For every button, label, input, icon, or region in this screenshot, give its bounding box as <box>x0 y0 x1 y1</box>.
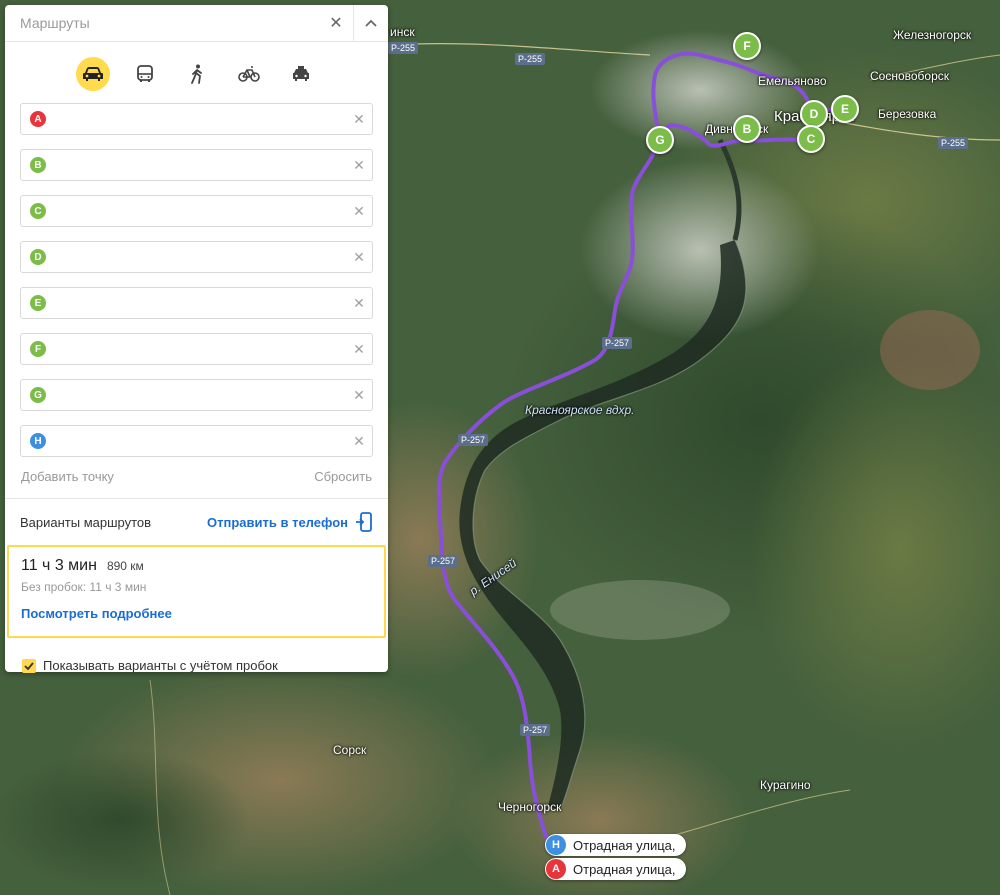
badge-h-icon: H <box>30 433 46 449</box>
map-pin-f[interactable]: F <box>733 32 761 60</box>
bus-icon <box>136 65 153 82</box>
road-tag: Р-257 <box>458 434 489 446</box>
clear-icon[interactable]: ✕ <box>346 111 372 128</box>
map-end-tag-a[interactable]: A Отрадная улица, <box>545 858 686 880</box>
clear-icon[interactable]: ✕ <box>346 157 372 174</box>
waypoint-fields: A ✕ B ✕ C ✕ D ✕ E ✕ F ✕ G ✕ H ✕ <box>5 103 388 457</box>
label-berezovka: Березовка <box>878 107 937 121</box>
label-emelyanovo: Емельяново <box>758 74 827 88</box>
variants-label: Варианты маршрутов <box>20 514 152 530</box>
end-tag-h-label: Отрадная улица, <box>573 837 676 853</box>
checkbox-checked-icon[interactable] <box>22 658 36 673</box>
waypoint-field-e[interactable]: E ✕ <box>20 287 373 319</box>
waypoint-field-d[interactable]: D ✕ <box>20 241 373 273</box>
map-pin-e[interactable]: E <box>831 95 859 123</box>
pin-a-icon: A <box>546 859 566 879</box>
badge-f-icon: F <box>30 341 46 357</box>
label-kuragino: Курагино <box>760 778 811 792</box>
map-end-tag-h[interactable]: H Отрадная улица, <box>545 834 686 856</box>
waypoint-field-a[interactable]: A ✕ <box>20 103 373 135</box>
road-tag: Р-255 <box>388 42 419 54</box>
route-details-link[interactable]: Посмотреть подробнее <box>21 606 372 621</box>
taxi-mode-button[interactable] <box>284 57 318 91</box>
bike-icon <box>237 66 260 82</box>
bike-mode-button[interactable] <box>232 57 266 91</box>
add-point-link[interactable]: Добавить точку <box>21 469 114 484</box>
map-pin-c[interactable]: C <box>797 125 825 153</box>
label-sorsk: Сорск <box>333 743 367 757</box>
clear-icon[interactable]: ✕ <box>346 387 372 404</box>
end-tag-a-label: Отрадная улица, <box>573 861 676 877</box>
add-reset-row: Добавить точку Сбросить <box>21 469 372 484</box>
panel-title: Маршруты <box>20 15 90 31</box>
close-icon[interactable]: ✕ <box>319 5 353 41</box>
route-summary: 11 ч 3 мин 890 км <box>21 557 372 575</box>
bus-mode-button[interactable] <box>128 57 162 91</box>
clear-icon[interactable]: ✕ <box>346 203 372 220</box>
clear-icon[interactable]: ✕ <box>346 295 372 312</box>
map-pin-b[interactable]: B <box>733 115 761 143</box>
clear-icon[interactable]: ✕ <box>346 341 372 358</box>
walk-mode-button[interactable] <box>180 57 214 91</box>
badge-e-icon: E <box>30 295 46 311</box>
road-tag: Р-257 <box>520 724 551 736</box>
panel-header: Маршруты ✕ <box>5 5 388 42</box>
phone-icon <box>356 512 372 532</box>
reset-link[interactable]: Сбросить <box>314 469 372 484</box>
panel-divider <box>5 498 388 499</box>
badge-c-icon: C <box>30 203 46 219</box>
walk-icon <box>190 64 202 84</box>
label-chernogorsk: Черногорск <box>498 800 562 814</box>
collapse-chevron-icon[interactable] <box>354 5 388 41</box>
send-to-phone-label: Отправить в телефон <box>207 514 348 530</box>
traffic-checkbox-row[interactable]: Показывать варианты с учётом пробок <box>22 658 388 673</box>
transport-modes <box>5 57 388 91</box>
traffic-checkbox-label: Показывать варианты с учётом пробок <box>43 658 278 673</box>
badge-g-icon: G <box>30 387 46 403</box>
road-tag: Р-257 <box>602 337 633 349</box>
route-distance: 890 км <box>106 559 144 573</box>
road-tag: Р-255 <box>515 53 546 65</box>
map-pin-g[interactable]: G <box>646 126 674 154</box>
label-zheleznogorsk: Железногорск <box>893 28 972 42</box>
badge-b-icon: B <box>30 157 46 173</box>
label-sosnovoborsk: Сосновоборск <box>870 69 950 83</box>
route-no-jams: Без пробок: 11 ч 3 мин <box>21 580 147 594</box>
badge-a-icon: A <box>30 111 46 127</box>
car-icon <box>82 67 103 81</box>
waypoint-field-c[interactable]: C ✕ <box>20 195 373 227</box>
label-achinsk: инск <box>390 25 415 39</box>
clear-icon[interactable]: ✕ <box>346 249 372 266</box>
badge-d-icon: D <box>30 249 46 265</box>
routes-panel: Маршруты ✕ A ✕ B ✕ C ✕ D ✕ E ✕ F ✕ G ✕ H… <box>5 5 388 673</box>
waypoint-field-b[interactable]: B ✕ <box>20 149 373 181</box>
waypoint-field-f[interactable]: F ✕ <box>20 333 373 365</box>
send-to-phone-button[interactable]: Отправить в телефон <box>207 512 372 532</box>
map-pin-d[interactable]: D <box>800 100 828 128</box>
road-tag: Р-255 <box>938 137 969 149</box>
taxi-icon <box>292 66 309 81</box>
clear-icon[interactable]: ✕ <box>346 433 372 450</box>
road-tag: Р-257 <box>428 555 459 567</box>
route-option-card[interactable]: 11 ч 3 мин 890 км Без пробок: 11 ч 3 мин… <box>7 545 386 638</box>
car-mode-button[interactable] <box>75 57 110 91</box>
label-reservoir: Красноярское вдхр. <box>525 403 635 417</box>
pin-h-icon: H <box>546 835 566 855</box>
route-variants-row: Варианты маршрутов Отправить в телефон <box>20 512 372 532</box>
waypoint-field-g[interactable]: G ✕ <box>20 379 373 411</box>
route-time: 11 ч 3 мин <box>21 557 97 574</box>
waypoint-field-h[interactable]: H ✕ <box>20 425 373 457</box>
